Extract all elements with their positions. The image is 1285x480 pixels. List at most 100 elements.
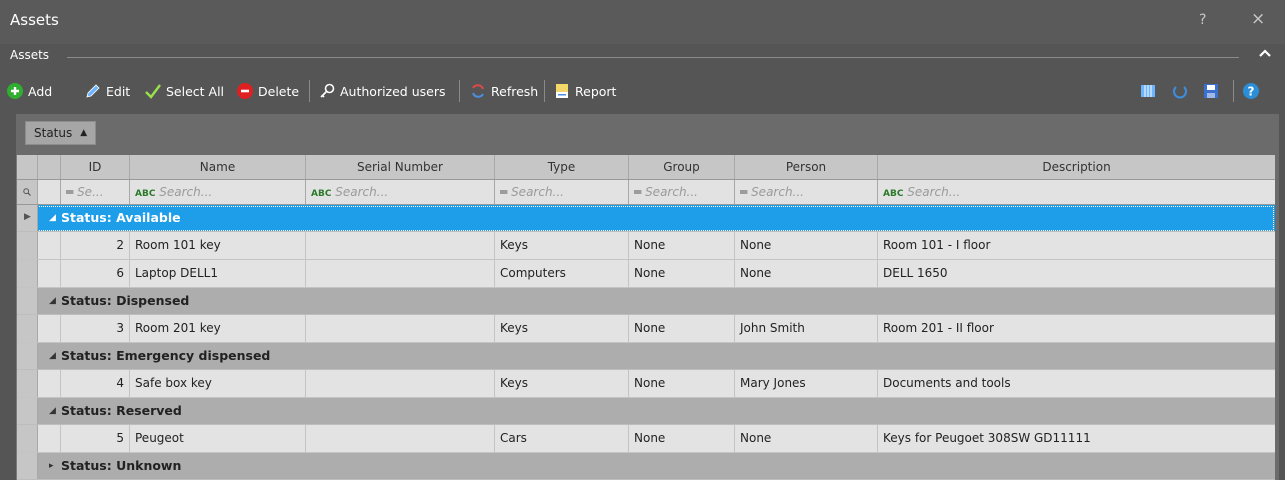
row-indicator	[17, 425, 38, 452]
cell-name[interactable]: Safe box key	[130, 370, 306, 397]
cell-type[interactable]: Keys	[495, 315, 629, 342]
cell-group[interactable]: None	[629, 232, 735, 259]
cell-serial[interactable]	[306, 260, 495, 287]
column-header-type[interactable]: Type	[495, 155, 629, 179]
cell-description[interactable]: Room 101 - I floor	[878, 232, 1275, 259]
cell-description[interactable]: Keys for Peugoet 308SW GD11111	[878, 425, 1275, 452]
select-all-button[interactable]: Select All	[145, 80, 224, 102]
cell-type[interactable]: Cars	[495, 425, 629, 452]
table-row[interactable]: 2 Room 101 key Keys None None Room 101 -…	[17, 232, 1275, 260]
group-row-emergency-dispensed[interactable]: ◢ Status: Emergency dispensed	[17, 343, 1275, 370]
cell-id[interactable]: 3	[61, 315, 130, 342]
columns-icon	[1140, 83, 1156, 99]
row-indent	[38, 232, 61, 259]
cell-name[interactable]: Peugeot	[130, 425, 306, 452]
window-title: Assets	[10, 11, 59, 29]
help-button[interactable]: ?	[1199, 12, 1206, 28]
filter-group[interactable]: ═ Search...	[629, 180, 735, 204]
section-divider	[67, 57, 1239, 58]
cell-name[interactable]: Room 201 key	[130, 315, 306, 342]
column-header-name[interactable]: Name	[130, 155, 306, 179]
cell-description[interactable]: Room 201 - II floor	[878, 315, 1275, 342]
filter-person[interactable]: ═ Search...	[735, 180, 878, 204]
header-indicator	[17, 155, 38, 179]
table-row[interactable]: 4 Safe box key Keys None Mary Jones Docu…	[17, 370, 1275, 398]
cell-name[interactable]: Room 101 key	[130, 232, 306, 259]
cell-person[interactable]: John Smith	[735, 315, 878, 342]
delete-icon	[237, 83, 253, 99]
table-row[interactable]: 6 Laptop DELL1 Computers None None DELL …	[17, 260, 1275, 288]
expand-toggle-icon[interactable]: ◢	[49, 288, 56, 314]
column-header-person[interactable]: Person	[735, 155, 878, 179]
cell-serial[interactable]	[306, 315, 495, 342]
column-header-row: ID Name Serial Number Type Group Person …	[17, 155, 1275, 180]
filter-id[interactable]: ═ Se...	[61, 180, 130, 204]
cell-group[interactable]: None	[629, 315, 735, 342]
column-header-serial[interactable]: Serial Number	[306, 155, 495, 179]
assets-grid: ID Name Serial Number Type Group Person …	[16, 155, 1275, 480]
column-header-id[interactable]: ID	[61, 155, 130, 179]
delete-button[interactable]: Delete	[237, 80, 299, 102]
cell-id[interactable]: 2	[61, 232, 130, 259]
reset-layout-button[interactable]	[1172, 80, 1193, 102]
cell-serial[interactable]	[306, 232, 495, 259]
expand-toggle-icon[interactable]: ▸	[49, 453, 54, 479]
add-button[interactable]: Add	[7, 80, 52, 102]
cell-person[interactable]: None	[735, 232, 878, 259]
expand-toggle-icon[interactable]: ◢	[49, 205, 56, 231]
row-indicator	[17, 343, 38, 369]
toolbar-separator	[544, 80, 545, 102]
filter-type[interactable]: ═ Search...	[495, 180, 629, 204]
status-group-chip[interactable]: Status ▲	[25, 121, 97, 145]
group-row-reserved[interactable]: ◢ Status: Reserved	[17, 398, 1275, 425]
cell-type[interactable]: Keys	[495, 232, 629, 259]
filter-serial-placeholder: Search...	[335, 185, 389, 199]
filter-serial[interactable]: ABC Search...	[306, 180, 495, 204]
cell-id[interactable]: 6	[61, 260, 130, 287]
cell-id[interactable]: 5	[61, 425, 130, 452]
cell-id[interactable]: 4	[61, 370, 130, 397]
group-row-available[interactable]: ▶ ◢ Status: Available	[17, 205, 1275, 232]
authorized-users-button[interactable]: Authorized users	[319, 80, 446, 102]
help-icon: ?	[1243, 83, 1259, 99]
cell-group[interactable]: None	[629, 370, 735, 397]
report-button[interactable]: Report	[554, 80, 616, 102]
filter-name[interactable]: ABC Search...	[130, 180, 306, 204]
row-indicator	[17, 232, 38, 259]
help-toolbar-button[interactable]: ?	[1243, 80, 1264, 102]
equals-icon: ═	[500, 185, 508, 199]
column-header-group[interactable]: Group	[629, 155, 735, 179]
column-header-description[interactable]: Description	[878, 155, 1275, 179]
expand-toggle-icon[interactable]: ◢	[49, 398, 56, 424]
cell-person[interactable]: Mary Jones	[735, 370, 878, 397]
cell-serial[interactable]	[306, 370, 495, 397]
collapse-icon[interactable]	[1259, 47, 1271, 62]
row-indicator	[17, 398, 38, 424]
close-button[interactable]: ×	[1251, 9, 1265, 29]
group-row-unknown[interactable]: ▸ Status: Unknown	[17, 453, 1275, 480]
edit-button[interactable]: Edit	[85, 80, 130, 102]
row-indicator	[17, 288, 38, 314]
cell-group[interactable]: None	[629, 260, 735, 287]
cell-type[interactable]: Computers	[495, 260, 629, 287]
table-row[interactable]: 5 Peugeot Cars None None Keys for Peugoe…	[17, 425, 1275, 453]
cell-description[interactable]: Documents and tools	[878, 370, 1275, 397]
row-indent	[38, 260, 61, 287]
cell-person[interactable]: None	[735, 425, 878, 452]
save-layout-button[interactable]	[1203, 80, 1224, 102]
column-chooser-button[interactable]	[1140, 80, 1161, 102]
cell-serial[interactable]	[306, 425, 495, 452]
cell-description[interactable]: DELL 1650	[878, 260, 1275, 287]
cell-group[interactable]: None	[629, 425, 735, 452]
filter-id-placeholder: Se...	[77, 185, 104, 199]
row-indent	[38, 370, 61, 397]
group-row-dispensed[interactable]: ◢ Status: Dispensed	[17, 288, 1275, 315]
cell-person[interactable]: None	[735, 260, 878, 287]
report-label: Report	[575, 83, 617, 99]
table-row[interactable]: 3 Room 201 key Keys None John Smith Room…	[17, 315, 1275, 343]
cell-type[interactable]: Keys	[495, 370, 629, 397]
expand-toggle-icon[interactable]: ◢	[49, 343, 56, 369]
refresh-button[interactable]: Refresh	[470, 80, 538, 102]
filter-description[interactable]: ABC Search...	[878, 180, 1275, 204]
cell-name[interactable]: Laptop DELL1	[130, 260, 306, 287]
